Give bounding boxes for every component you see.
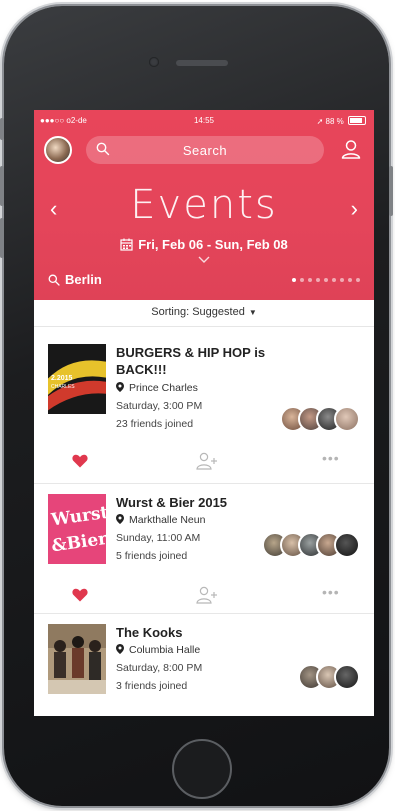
page-dot <box>324 278 328 282</box>
event-time: Saturday, 3:00 PM <box>116 400 203 412</box>
friend-avatars[interactable] <box>298 664 360 690</box>
city-selector[interactable]: Berlin <box>48 272 102 287</box>
divider <box>34 326 374 327</box>
sorting-dropdown[interactable]: Sorting: Suggested ▼ <box>34 306 374 318</box>
page-dot <box>316 278 320 282</box>
status-bar: ●●●○○ o2-de 14:55 ➚ 88 % <box>34 114 374 128</box>
sorting-label: Sorting: Suggested <box>151 306 245 318</box>
events-header: ●●●○○ o2-de 14:55 ➚ 88 % Search ‹ Events… <box>34 110 374 300</box>
volume-down-button <box>0 218 4 258</box>
friends-joined: 3 friends joined <box>116 680 188 692</box>
event-title-line: BURGERS & HIP HOP is <box>116 345 266 360</box>
event-thumbnail: Wurst &Bier <box>48 494 106 564</box>
event-title: The Kooks <box>116 624 296 641</box>
page-dot <box>332 278 336 282</box>
location-arrow-icon: ➚ <box>316 117 324 126</box>
event-venue: Markthalle Neun <box>116 514 205 526</box>
date-range-label: Fri, Feb 06 - Sun, Feb 08 <box>138 237 288 252</box>
event-title: Wurst & Bier 2015 <box>116 494 296 511</box>
event-title-line: The Kooks <box>116 625 183 640</box>
friend-avatar <box>334 532 360 558</box>
profile-icon[interactable] <box>340 138 362 160</box>
event-time: Sunday, 11:00 AM <box>116 532 201 544</box>
volume-up-button <box>0 166 4 206</box>
event-time: Saturday, 8:00 PM <box>116 662 203 674</box>
date-range[interactable]: Fri, Feb 06 - Sun, Feb 08 <box>34 237 374 252</box>
page-dot <box>348 278 352 282</box>
event-thumbnail: 2.2015 CHARLES <box>48 344 106 414</box>
event-thumbnail <box>48 624 106 694</box>
friends-joined: 5 friends joined <box>116 550 188 562</box>
event-actions: ••• <box>34 580 374 610</box>
front-camera <box>149 57 159 67</box>
user-avatar[interactable] <box>44 136 72 164</box>
event-title-line: Wurst & Bier 2015 <box>116 495 228 510</box>
friend-avatar <box>334 406 360 432</box>
location-pin-icon <box>116 644 124 654</box>
add-friend-icon[interactable] <box>196 452 218 470</box>
battery-icon <box>348 116 366 125</box>
page-title: Events <box>130 182 278 228</box>
event-venue-label: Markthalle Neun <box>129 514 206 526</box>
home-button[interactable] <box>172 739 232 799</box>
power-button <box>389 166 393 216</box>
event-poster-image <box>48 624 106 694</box>
phone-frame: ●●●○○ o2-de 14:55 ➚ 88 % Search ‹ Events… <box>0 6 393 806</box>
chevron-down-icon: ▼ <box>248 308 257 317</box>
battery-status: ➚ 88 % <box>317 116 366 126</box>
page-dot <box>308 278 312 282</box>
event-venue: Columbia Halle <box>116 644 200 656</box>
add-friend-icon[interactable] <box>196 586 218 604</box>
friend-avatars[interactable] <box>262 532 360 558</box>
app-screen: ●●●○○ o2-de 14:55 ➚ 88 % Search ‹ Events… <box>34 110 374 716</box>
more-icon[interactable]: ••• <box>322 450 340 466</box>
search-bar[interactable]: Search <box>86 136 324 164</box>
heart-icon[interactable] <box>72 454 88 468</box>
event-card[interactable]: 2.2015 CHARLES BURGERS & HIP HOP is BACK… <box>34 334 374 484</box>
city-label: Berlin <box>65 272 102 287</box>
event-venue-label: Columbia Halle <box>129 644 201 656</box>
mute-switch <box>0 118 4 140</box>
calendar-icon <box>120 238 133 251</box>
event-card[interactable]: The Kooks Columbia Halle Saturday, 8:00 … <box>34 614 374 716</box>
svg-text:2.2015: 2.2015 <box>51 375 73 382</box>
location-pin-icon <box>116 514 124 524</box>
event-venue-label: Prince Charles <box>129 382 198 394</box>
page-indicator <box>292 278 360 282</box>
friends-joined: 23 friends joined <box>116 418 194 430</box>
friend-avatars[interactable] <box>280 406 360 432</box>
page-dot <box>340 278 344 282</box>
page-dot <box>292 278 296 282</box>
event-card[interactable]: Wurst &Bier Wurst & Bier 2015 Markthalle… <box>34 484 374 614</box>
search-placeholder: Search <box>182 143 228 158</box>
event-title: BURGERS & HIP HOP is BACK!!! <box>116 344 296 378</box>
chevron-down-icon[interactable] <box>198 256 210 263</box>
next-arrow-icon[interactable]: › <box>351 196 358 222</box>
page-dot <box>356 278 360 282</box>
heart-icon[interactable] <box>72 588 88 602</box>
friend-avatar <box>334 664 360 690</box>
event-venue: Prince Charles <box>116 382 198 394</box>
event-poster-image: 2.2015 CHARLES <box>48 344 106 414</box>
event-poster-image: Wurst &Bier <box>48 494 106 564</box>
search-icon <box>48 274 60 286</box>
page-dot <box>300 278 304 282</box>
earpiece-speaker <box>176 60 228 66</box>
svg-text:CHARLES: CHARLES <box>51 384 75 390</box>
battery-label: 88 % <box>325 117 344 126</box>
more-icon[interactable]: ••• <box>322 584 340 600</box>
event-title-line: BACK!!! <box>116 362 167 377</box>
location-pin-icon <box>116 382 124 392</box>
event-actions: ••• <box>34 446 374 476</box>
